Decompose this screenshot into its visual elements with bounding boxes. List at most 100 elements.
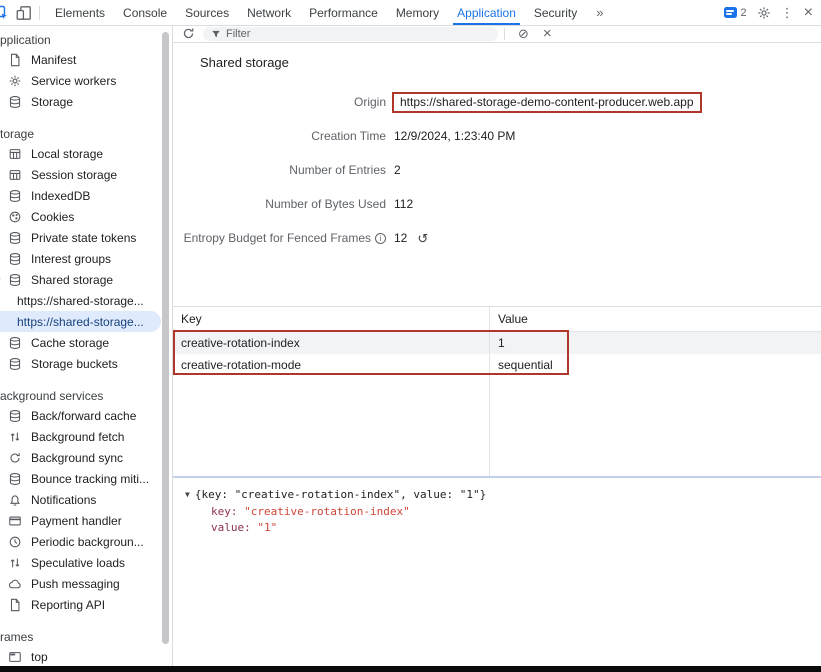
sidebar-item-push-messaging[interactable]: Push messaging: [0, 573, 172, 594]
info-icon[interactable]: i: [375, 233, 386, 244]
console-bubble-icon: [724, 7, 737, 18]
sidebar-item-background-sync[interactable]: Background sync: [0, 447, 172, 468]
tab-application[interactable]: Application: [448, 0, 525, 25]
tab-sources[interactable]: Sources: [176, 0, 238, 25]
more-tabs-icon[interactable]: »: [586, 0, 613, 25]
tab-performance[interactable]: Performance: [300, 0, 387, 25]
tab-console[interactable]: Console: [114, 0, 176, 25]
sidebar-item-label: Speculative loads: [31, 556, 125, 570]
sidebar-item-label: Session storage: [31, 168, 117, 182]
console-messages-badge[interactable]: 2: [724, 7, 747, 19]
card-icon: [8, 514, 22, 528]
sidebar-item-manifest[interactable]: Manifest: [0, 49, 172, 70]
tab-elements[interactable]: Elements: [46, 0, 114, 25]
sidebar-item-background-fetch[interactable]: Background fetch: [0, 426, 172, 447]
sidebar-item-speculative-loads[interactable]: Speculative loads: [0, 552, 172, 573]
sidebar-item-label: Periodic backgroun...: [31, 535, 144, 549]
sidebar-item-service-workers[interactable]: Service workers: [0, 70, 172, 91]
cloud-icon: [8, 577, 22, 591]
gear-icon: [8, 74, 22, 88]
preview-pane: ▼ {key: "creative-rotation-index", value…: [173, 478, 821, 666]
meta-row-number-of-entries: Number of Entries2: [173, 153, 821, 187]
sidebar-item-label: Cookies: [31, 210, 74, 224]
sidebar-item-back-forward-cache[interactable]: Back/forward cache: [0, 405, 172, 426]
meta-label: Entropy Budget for Fenced Frames: [184, 231, 371, 245]
sidebar-item-label: IndexedDB: [31, 189, 90, 203]
settings-gear-icon[interactable]: [757, 6, 771, 20]
sidebar-item-https-shared-storage[interactable]: https://shared-storage...: [0, 311, 161, 332]
panel-tabs: ElementsConsoleSourcesNetworkPerformance…: [46, 0, 586, 25]
preview-summary: {key: "creative-rotation-index", value: …: [195, 487, 486, 503]
sidebar-item-local-storage[interactable]: Local storage: [0, 143, 172, 164]
expand-triangle-icon[interactable]: ▼: [185, 487, 190, 503]
tab-security[interactable]: Security: [525, 0, 586, 25]
meta-value: 2: [394, 163, 401, 177]
sidebar-item-cookies[interactable]: Cookies: [0, 206, 172, 227]
sidebar-item-https-shared-storage[interactable]: https://shared-storage...: [0, 290, 172, 311]
sidebar-section-header: torage: [0, 124, 172, 143]
sidebar-item-top[interactable]: top: [0, 646, 172, 666]
column-header-value[interactable]: Value: [489, 312, 821, 326]
document-icon: [8, 598, 22, 612]
inspect-element-icon[interactable]: [0, 5, 10, 21]
property-name: value:: [211, 520, 257, 536]
clear-all-button[interactable]: ⊘: [518, 27, 529, 40]
sidebar-scrollbar[interactable]: [162, 32, 169, 644]
sidebar-section-header: pplication: [0, 30, 172, 49]
filter-placeholder: Filter: [226, 28, 250, 40]
more-options-icon[interactable]: ⋮: [781, 5, 794, 21]
sidebar-item-session-storage[interactable]: Session storage: [0, 164, 172, 185]
tab-memory[interactable]: Memory: [387, 0, 448, 25]
sidebar-item-label: Push messaging: [31, 577, 120, 591]
property-value: "1": [257, 520, 277, 536]
tabbar-left-icons: [0, 0, 46, 25]
meta-row-entropy-budget-for-fenced-frames: Entropy Budget for Fenced Frames i 12 ↺: [173, 221, 821, 255]
table-icon: [8, 168, 22, 182]
shared-storage-panel: Filter ⊘ × Shared storage Originhttps://…: [172, 25, 821, 666]
property-value: "creative-rotation-index": [244, 504, 410, 520]
database-icon: [8, 336, 22, 350]
sidebar-item-storage[interactable]: Storage: [0, 91, 172, 112]
storage-metadata: Originhttps://shared-storage-demo-conten…: [173, 85, 821, 255]
sidebar-item-label: Storage buckets: [31, 357, 118, 371]
sidebar-item-reporting-api[interactable]: Reporting API: [0, 594, 172, 615]
refresh-button[interactable]: [182, 27, 195, 40]
table-header-row: Key Value: [173, 307, 821, 332]
database-icon: [8, 357, 22, 371]
sidebar-item-shared-storage[interactable]: ▾ Shared storage: [0, 269, 172, 290]
column-header-key[interactable]: Key: [173, 312, 489, 326]
expander-caret-icon[interactable]: ▾: [0, 275, 1, 286]
column-resize-handle[interactable]: [489, 307, 490, 477]
tab-network[interactable]: Network: [238, 0, 300, 25]
sidebar-item-indexeddb[interactable]: IndexedDB: [0, 185, 172, 206]
sidebar-item-label: Cache storage: [31, 336, 109, 350]
sidebar-item-notifications[interactable]: Notifications: [0, 489, 172, 510]
device-toolbar-icon[interactable]: [16, 5, 32, 21]
sidebar-item-label: Shared storage: [31, 273, 113, 287]
delete-selected-button[interactable]: ×: [543, 26, 552, 41]
reset-budget-button[interactable]: ↺: [417, 232, 428, 245]
database-icon: [8, 231, 22, 245]
sidebar-item-storage-buckets[interactable]: Storage buckets: [0, 353, 172, 374]
sidebar-item-payment-handler[interactable]: Payment handler: [0, 510, 172, 531]
table-row[interactable]: creative-rotation-modesequential: [173, 354, 821, 376]
meta-label: Origin: [354, 95, 386, 109]
filter-input[interactable]: Filter: [203, 27, 498, 41]
sidebar-item-bounce-tracking-miti[interactable]: Bounce tracking miti...: [0, 468, 172, 489]
table-row[interactable]: creative-rotation-index1: [173, 332, 821, 354]
sidebar-item-label: Back/forward cache: [31, 409, 136, 423]
storage-items-table: Key Value creative-rotation-index1creati…: [173, 306, 821, 477]
sidebar-item-label: Local storage: [31, 147, 103, 161]
panel-toolbar: Filter ⊘ ×: [173, 25, 821, 43]
meta-value: 12: [394, 231, 407, 245]
sidebar-item-periodic-backgroun[interactable]: Periodic backgroun...: [0, 531, 172, 552]
application-sidebar: pplicationManifest Service workers Storage…: [0, 25, 172, 666]
sidebar-item-label: Reporting API: [31, 598, 105, 612]
meta-value: 12/9/2024, 1:23:40 PM: [394, 129, 515, 143]
sidebar-item-interest-groups[interactable]: Interest groups: [0, 248, 172, 269]
sidebar-item-label: Payment handler: [31, 514, 122, 528]
close-devtools-icon[interactable]: ×: [804, 5, 813, 21]
sidebar-item-cache-storage[interactable]: Cache storage: [0, 332, 172, 353]
sidebar-item-private-state-tokens[interactable]: Private state tokens: [0, 227, 172, 248]
sidebar-item-label: Service workers: [31, 74, 116, 88]
